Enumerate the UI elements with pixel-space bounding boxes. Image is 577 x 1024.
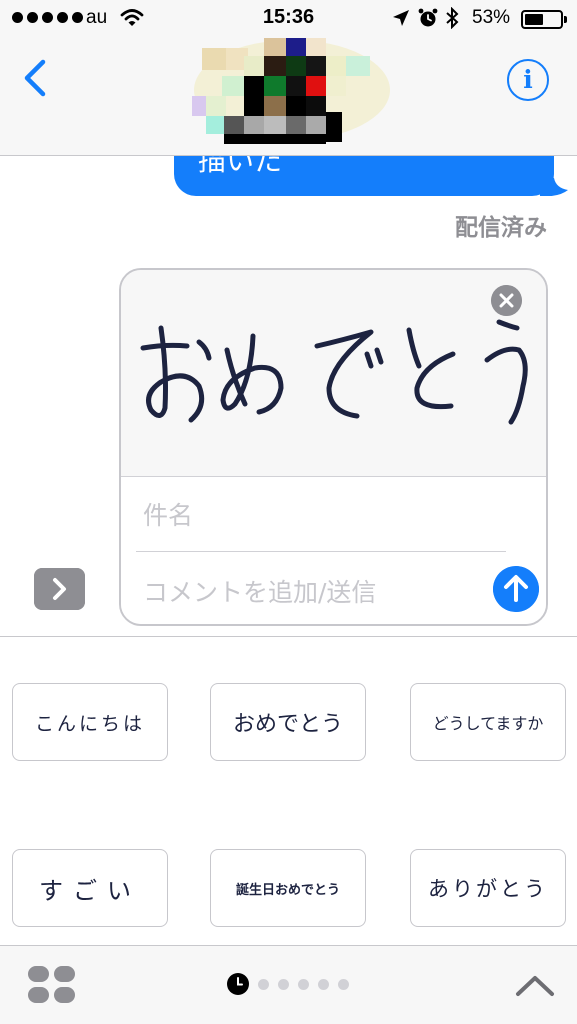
battery-icon (521, 10, 567, 29)
handwriting-preset[interactable]: こんにちは (12, 683, 168, 761)
battery-percentage: 53% (472, 7, 511, 28)
chevron-up-icon[interactable] (514, 972, 556, 998)
sent-message-bubble[interactable]: 描いた (174, 156, 554, 196)
recent-clock-icon[interactable] (227, 973, 249, 995)
bottom-toolbar (0, 945, 577, 1024)
alarm-clock-icon (418, 8, 438, 27)
navigation-bar: i (0, 38, 577, 156)
app-drawer-icon[interactable] (28, 966, 76, 1004)
handwriting-preset[interactable]: どうしてますか (410, 683, 566, 761)
handwriting-presets-panel: こんにちは おめでとう どうしてますか すごい 誕生日おめでとう ありがとう (0, 637, 577, 945)
handwriting-preset[interactable]: 誕生日おめでとう (210, 849, 366, 927)
handwriting-preset-label: こんにちは (34, 712, 145, 735)
message-compose-box: 件名 コメントを追加/送信 (119, 268, 548, 626)
bubble-tail (540, 178, 568, 196)
handwriting-preset-label: ありがとう (428, 877, 548, 901)
location-arrow-icon (393, 10, 409, 26)
handwriting-preset-label: 誕生日おめでとう (235, 882, 340, 898)
close-icon[interactable] (491, 285, 522, 316)
status-bar: au 15:36 53% (0, 0, 577, 38)
comment-field[interactable]: コメントを追加/送信 (143, 573, 376, 609)
handwriting-preset-label: おめでとう (232, 712, 343, 737)
bluetooth-icon (446, 7, 459, 29)
handwriting-preset-label: すごい (39, 876, 141, 905)
page-dot[interactable] (258, 978, 269, 990)
contact-avatar[interactable] (192, 38, 392, 144)
handwriting-preset[interactable]: おめでとう (210, 683, 366, 761)
subject-field[interactable]: 件名 (143, 496, 193, 532)
page-indicator[interactable] (227, 973, 349, 995)
conversation-area: 描いた 配信済み 件名 コメントを追加/送信 (0, 156, 577, 636)
page-dot[interactable] (298, 978, 309, 990)
page-dot[interactable] (318, 978, 329, 990)
send-arrow-icon[interactable] (493, 566, 539, 612)
divider (136, 551, 506, 552)
page-dot[interactable] (278, 978, 289, 990)
handwriting-preset[interactable]: ありがとう (410, 849, 566, 927)
handwriting-preset-label: どうしてますか (432, 714, 544, 733)
delivery-status: 配信済み (455, 215, 547, 241)
chevron-left-icon[interactable] (16, 58, 56, 98)
page-dot[interactable] (338, 978, 349, 990)
info-button[interactable]: i (507, 59, 549, 101)
expand-apps-button[interactable] (34, 568, 85, 610)
handwriting-preview (121, 270, 546, 476)
handwriting-preset[interactable]: すごい (12, 849, 168, 927)
